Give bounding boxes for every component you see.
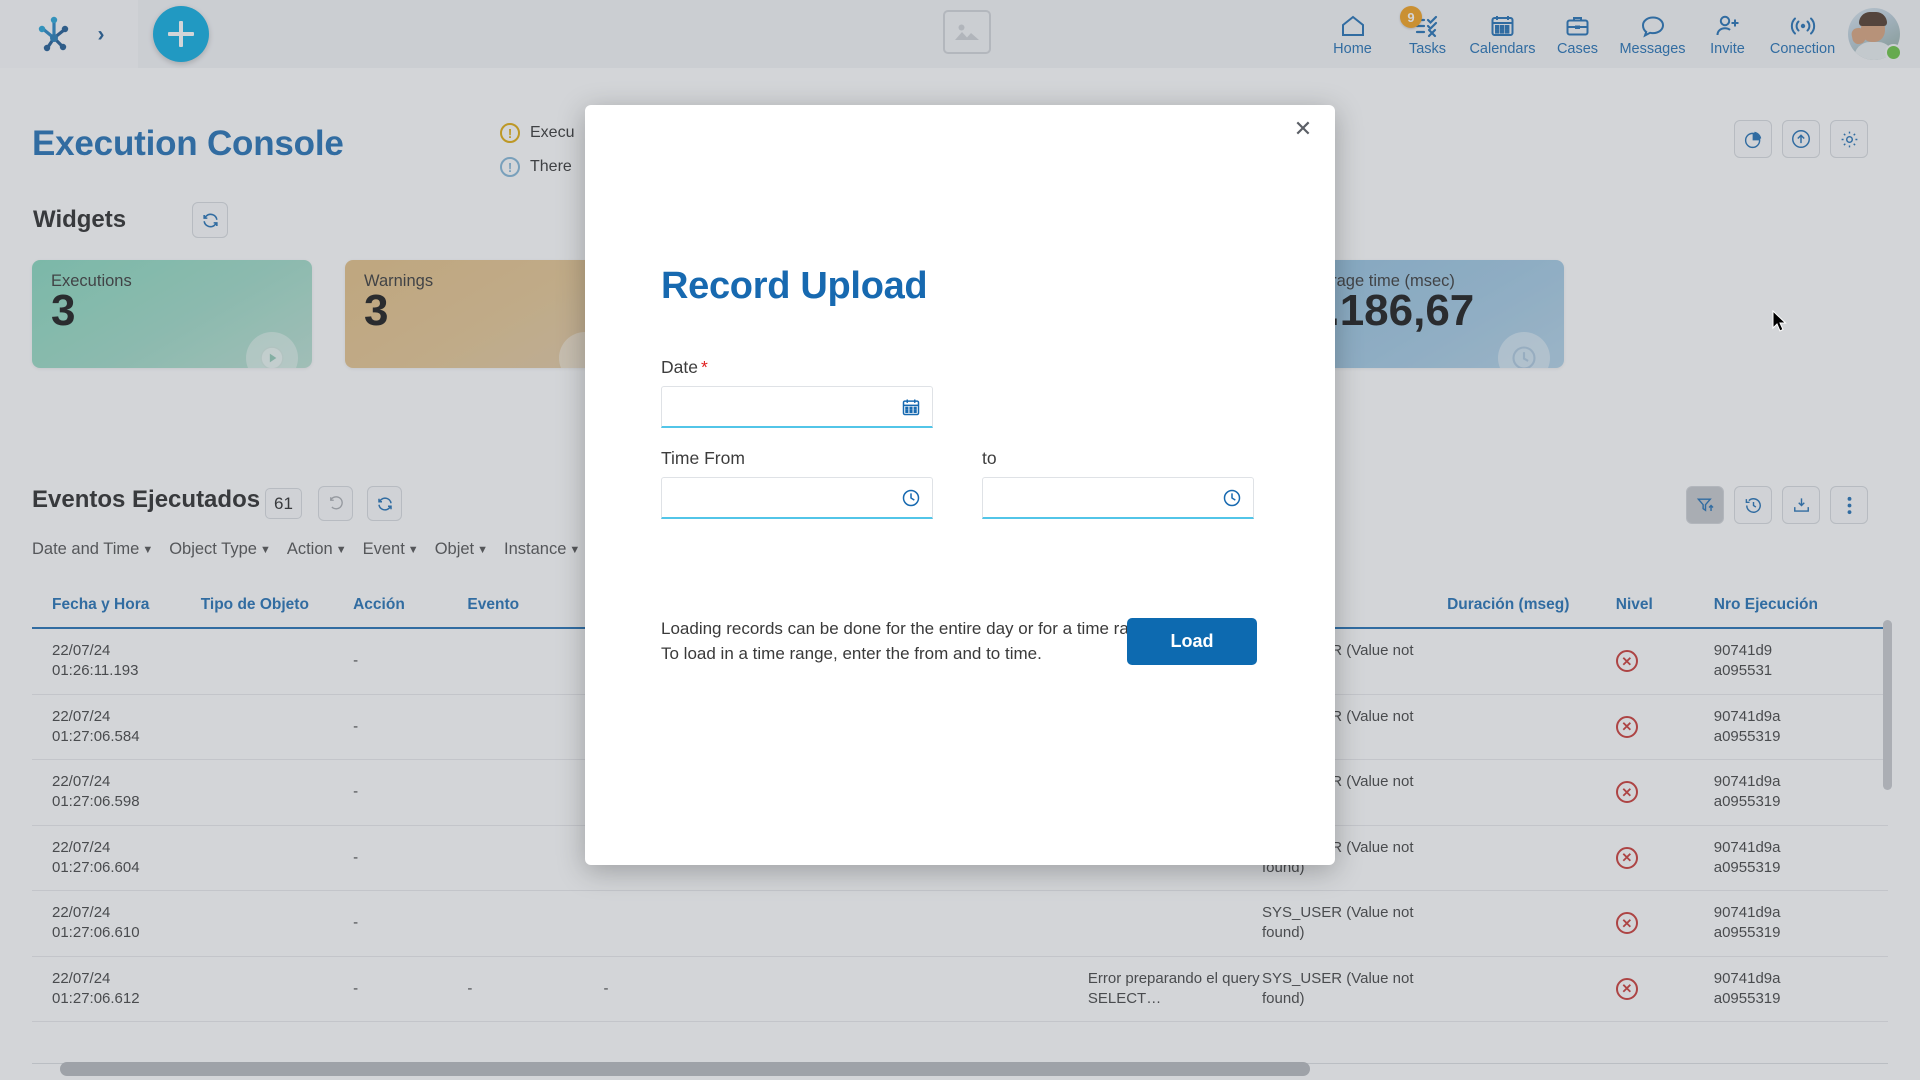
mouse-cursor <box>1772 310 1788 337</box>
date-label-text: Date <box>661 357 698 377</box>
record-upload-dialog: ✕ Record Upload Date* Time From <box>585 105 1335 865</box>
time-to-label: to <box>982 448 1254 469</box>
time-from-input-wrap <box>661 477 933 519</box>
time-to-input[interactable] <box>983 478 1253 517</box>
dialog-title: Record Upload <box>661 265 927 308</box>
date-input-wrap <box>661 386 933 428</box>
date-label: Date* <box>661 357 933 378</box>
clock-icon[interactable] <box>900 487 922 509</box>
required-marker: * <box>701 357 708 377</box>
time-to-input-wrap <box>982 477 1254 519</box>
clock-icon[interactable] <box>1221 487 1243 509</box>
date-field-group: Date* <box>661 357 933 428</box>
date-input[interactable] <box>662 387 932 426</box>
time-to-field-group: to <box>982 448 1254 519</box>
close-icon[interactable]: ✕ <box>1289 115 1317 143</box>
calendar-icon[interactable] <box>900 396 922 418</box>
time-from-label: Time From <box>661 448 933 469</box>
load-button[interactable]: Load <box>1127 618 1257 665</box>
time-from-input[interactable] <box>662 478 932 517</box>
time-from-field-group: Time From <box>661 448 933 519</box>
